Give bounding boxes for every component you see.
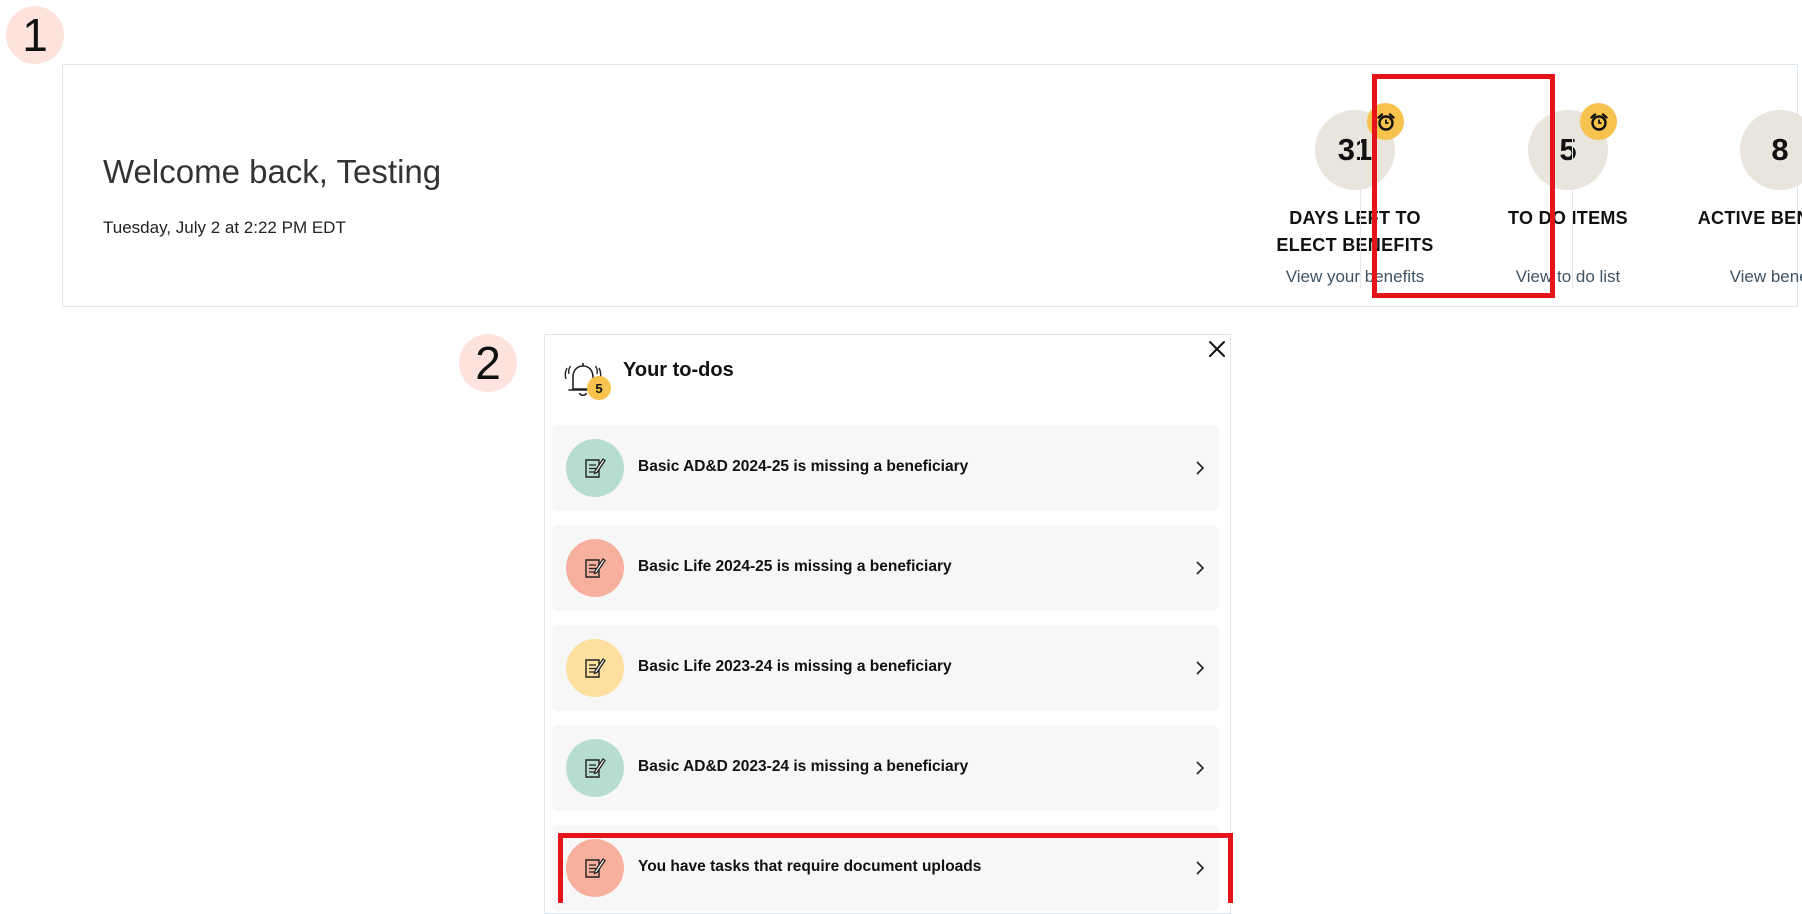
- highlight-document-uploads: [558, 833, 1233, 903]
- chevron-right-icon: [1196, 761, 1205, 775]
- todo-item[interactable]: Basic Life 2023-24 is missing a benefici…: [552, 625, 1219, 711]
- stat-active-value: 8: [1740, 110, 1802, 190]
- document-edit-icon: [566, 539, 624, 597]
- stat-divider: [1572, 110, 1573, 288]
- step-1-marker: 1: [6, 6, 64, 64]
- document-edit-icon: [566, 639, 624, 697]
- todo-item[interactable]: Basic AD&D 2023-24 is missing a benefici…: [552, 725, 1219, 811]
- todo-item[interactable]: Basic AD&D 2024-25 is missing a benefici…: [552, 425, 1219, 511]
- stat-active-benefits: 8 ACTIVE BENEFITS View benefits: [1680, 65, 1802, 308]
- welcome-heading: Welcome back, Testing: [103, 153, 442, 190]
- highlight-todo-items: [1372, 74, 1555, 298]
- todo-item-text: Basic Life 2023-24 is missing a benefici…: [638, 658, 952, 675]
- alarm-clock-icon: [1580, 103, 1617, 140]
- todo-item[interactable]: Basic Life 2024-25 is missing a benefici…: [552, 525, 1219, 611]
- todo-count-badge: 5: [587, 376, 611, 400]
- document-edit-icon: [566, 739, 624, 797]
- stat-divider: [1360, 110, 1361, 288]
- step-2-marker: 2: [459, 334, 517, 392]
- close-icon[interactable]: [1206, 338, 1228, 360]
- view-benefits-link[interactable]: View benefits: [1680, 267, 1802, 287]
- chevron-right-icon: [1196, 661, 1205, 675]
- todo-item-text: Basic AD&D 2023-24 is missing a benefici…: [638, 758, 969, 775]
- todo-panel: 5 Your to-dos Basic AD&D 2024-25 is miss…: [544, 334, 1231, 914]
- todo-item-text: Basic Life 2024-25 is missing a benefici…: [638, 558, 952, 575]
- document-edit-icon: [566, 439, 624, 497]
- panel-title: Your to-dos: [623, 359, 734, 381]
- stat-active-label: ACTIVE BENEFITS: [1697, 208, 1802, 228]
- chevron-right-icon: [1196, 461, 1205, 475]
- todo-item-text: Basic AD&D 2024-25 is missing a benefici…: [638, 458, 969, 475]
- current-date: Tuesday, July 2 at 2:22 PM EDT: [103, 218, 346, 237]
- chevron-right-icon: [1196, 561, 1205, 575]
